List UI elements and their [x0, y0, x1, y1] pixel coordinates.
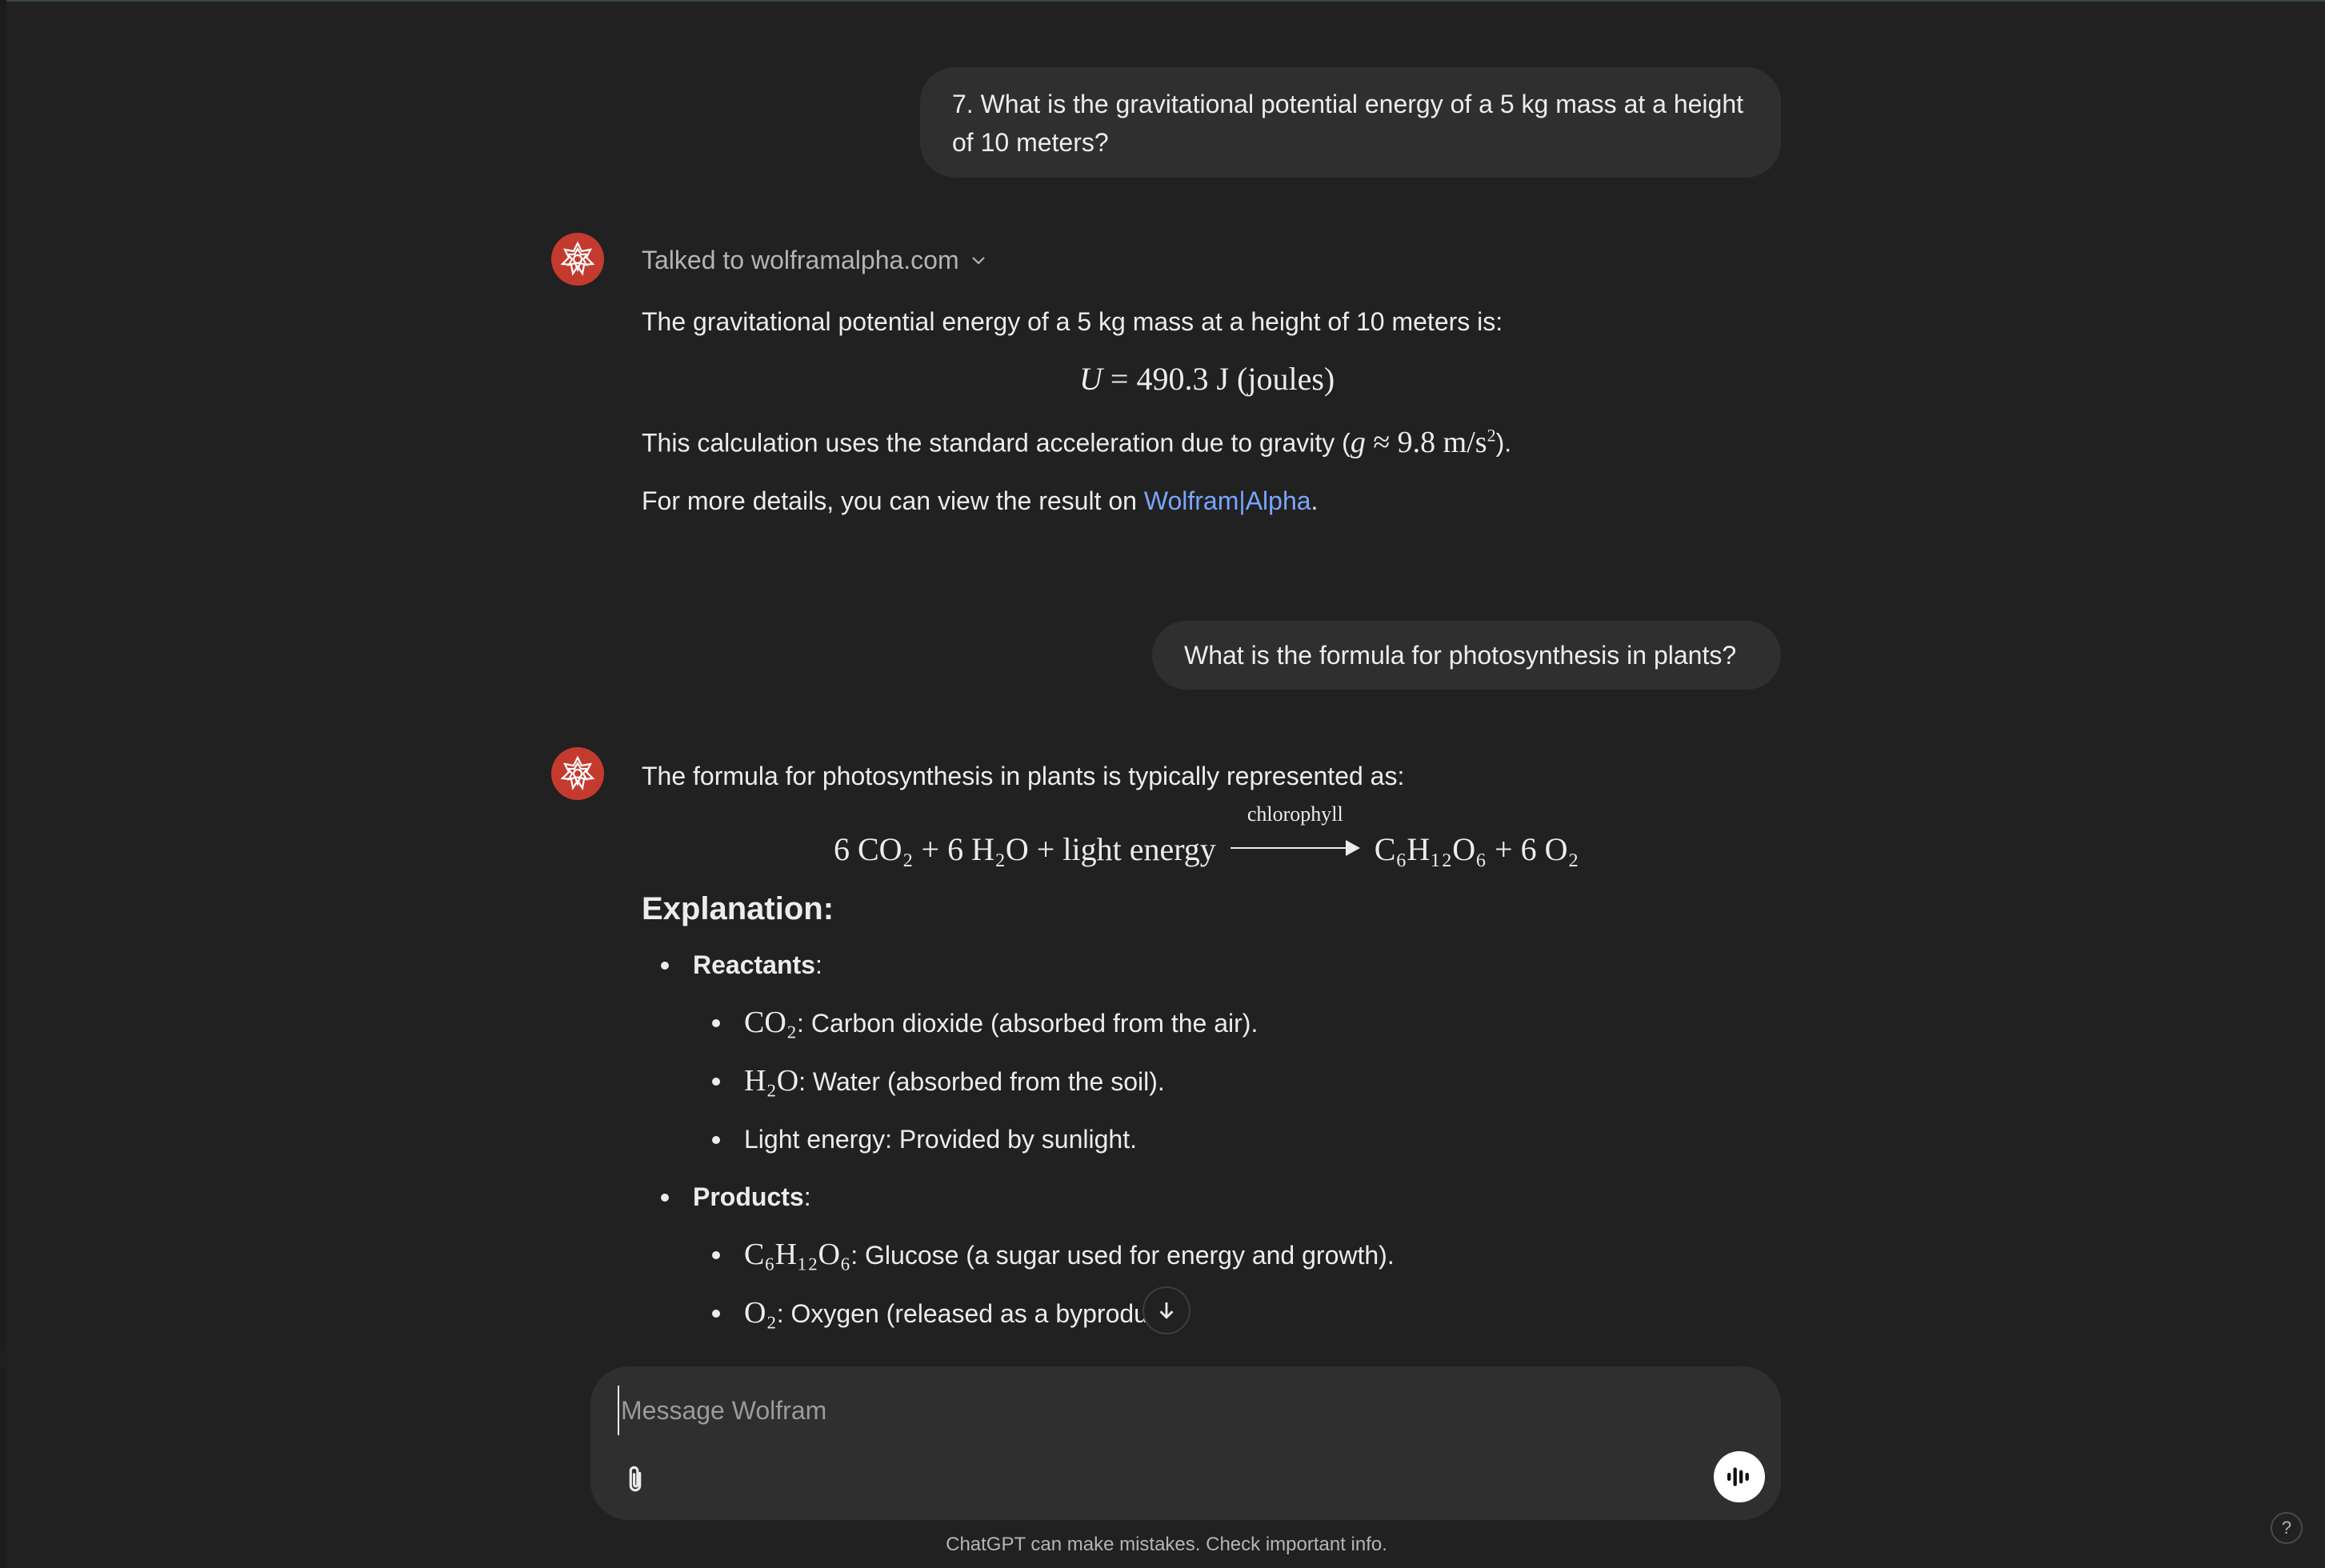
chem-formula: CO₂ — [744, 1006, 798, 1039]
wolfram-logo-icon — [551, 747, 604, 800]
wolfram-alpha-link[interactable]: Wolfram|Alpha — [1144, 486, 1311, 515]
photosynthesis-equation: 6 CO₂ + 6 H₂O + light energy chlorophyll… — [642, 802, 1786, 872]
chem-formula: O₂ — [744, 1296, 777, 1330]
reaction-arrow: chlorophyll — [1230, 802, 1360, 860]
products-item: Products: C₆H₁₂O₆: Glucose (a sugar used… — [642, 1178, 1786, 1333]
reactants-label: Reactants — [693, 950, 815, 979]
list-item: H₂O: Water (absorbed from the soil). — [693, 1062, 1786, 1101]
arrow-down-icon — [1159, 1302, 1174, 1319]
details-prefix: For more details, you can view the resul… — [642, 486, 1144, 515]
chevron-down-icon — [971, 257, 985, 265]
list-item: CO₂: Carbon dioxide (absorbed from the a… — [693, 1003, 1786, 1042]
attach-button[interactable] — [613, 1458, 658, 1502]
details-suffix: . — [1311, 486, 1319, 515]
gravity-value: 9.8 — [1397, 425, 1436, 459]
chem-description: : Oxygen (released as a byproduct). — [776, 1299, 1184, 1328]
eq-reactants: 6 CO₂ + 6 H₂O + light energy — [834, 831, 1216, 867]
gravity-suffix: ). — [1495, 428, 1512, 458]
message-input[interactable] — [618, 1386, 1663, 1435]
scroll-to-bottom-button[interactable] — [1142, 1286, 1191, 1334]
assistant-message-2: The formula for photosynthesis in plants… — [642, 757, 1786, 1352]
chem-description: : Water (absorbed from the soil). — [798, 1067, 1165, 1096]
eq-unit: J — [1216, 361, 1230, 397]
answer-intro: The gravitational potential energy of a … — [642, 307, 1503, 336]
assistant-message-1: Talked to wolframalpha.com The gravitati… — [642, 240, 1786, 520]
voice-mode-icon — [1727, 1467, 1749, 1486]
photosynthesis-intro: The formula for photosynthesis in plants… — [642, 762, 1405, 790]
chem-formula: C₆H₁₂O₆ — [744, 1238, 851, 1271]
gravity-unit: m/s — [1443, 425, 1487, 459]
arrow-label: chlorophyll — [1247, 802, 1343, 826]
chem-description: : Carbon dioxide (absorbed from the air)… — [797, 1009, 1259, 1038]
gravity-var: g — [1350, 425, 1366, 459]
energy-equation: U = 490.3 J (joules) — [1079, 361, 1335, 397]
eq-products: C₆H₁₂O₆ + 6 O₂ — [1374, 831, 1579, 867]
reactants-item: Reactants: CO₂: Carbon dioxide (absorbed… — [642, 946, 1786, 1158]
explanation-heading: Explanation: — [642, 891, 834, 926]
reactants-list: CO₂: Carbon dioxide (absorbed from the a… — [693, 1003, 1786, 1158]
explanation-list: Reactants: CO₂: Carbon dioxide (absorbed… — [642, 946, 1786, 1333]
list-item: C₆H₁₂O₆: Glucose (a sugar used for energ… — [693, 1235, 1786, 1274]
chem-description: : Glucose (a sugar used for energy and g… — [850, 1241, 1395, 1270]
top-border — [0, 0, 2325, 2]
user-message-2: What is the formula for photosynthesis i… — [1152, 621, 1781, 690]
gravity-exponent: 2 — [1487, 425, 1496, 445]
details-line: For more details, you can view the resul… — [642, 482, 1786, 520]
message-composer — [590, 1366, 1781, 1520]
light-energy-text: Light energy: Provided by sunlight. — [744, 1125, 1137, 1154]
voice-mode-button[interactable] — [1714, 1451, 1765, 1502]
help-button[interactable]: ? — [2271, 1512, 2303, 1544]
paperclip-icon — [629, 1466, 642, 1492]
gravity-prefix: This calculation uses the standard accel… — [642, 428, 1351, 458]
products-list: C₆H₁₂O₆: Glucose (a sugar used for energ… — [693, 1235, 1786, 1333]
list-item: O₂: Oxygen (released as a byproduct). — [693, 1294, 1786, 1333]
eq-unit-name: (joules) — [1237, 361, 1335, 397]
user-message-1: 7. What is the gravitational potential e… — [920, 67, 1781, 178]
disclaimer-text: ChatGPT can make mistakes. Check importa… — [946, 1534, 1387, 1555]
chem-formula: H₂O — [744, 1064, 799, 1098]
tool-call-label: Talked to wolframalpha.com — [642, 246, 959, 274]
products-label: Products — [693, 1182, 804, 1211]
wolfram-logo-icon — [551, 233, 604, 286]
list-item: Light energy: Provided by sunlight. — [693, 1120, 1786, 1158]
eq-value: 490.3 — [1136, 361, 1209, 397]
eq-var: U — [1079, 361, 1102, 397]
gravity-note: This calculation uses the standard accel… — [642, 416, 1786, 462]
tool-call-toggle[interactable]: Talked to wolframalpha.com — [642, 240, 1786, 280]
approx-sign: ≈ — [1373, 425, 1391, 459]
